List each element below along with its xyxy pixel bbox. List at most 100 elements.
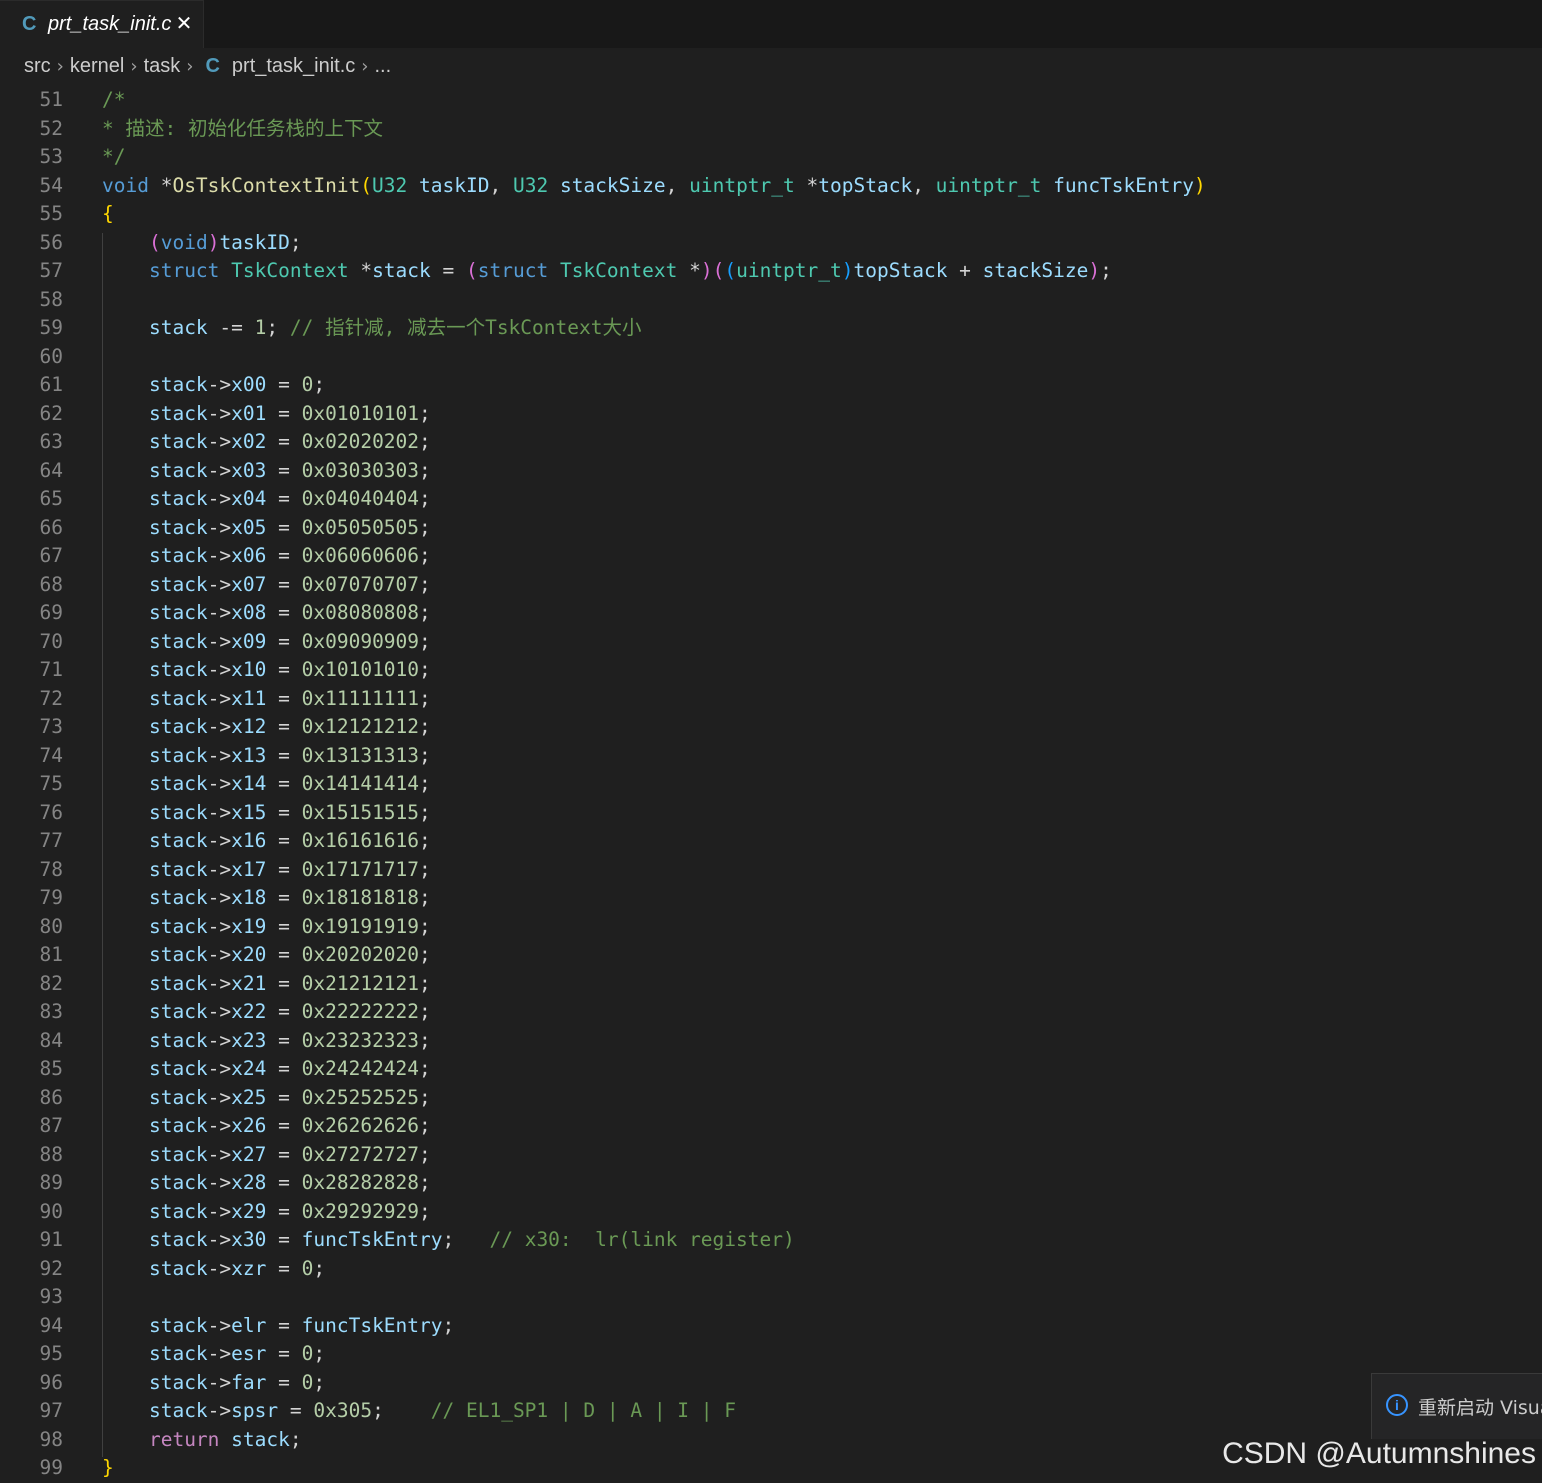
line-code: stack->x12 = 0x12121212; — [102, 713, 431, 742]
code-line[interactable]: 53 */ — [0, 143, 1542, 172]
code-token: x25 — [231, 1085, 267, 1109]
code-line[interactable]: 74 stack->x13 = 0x13131313; — [0, 742, 1542, 771]
code-token: + — [947, 259, 983, 282]
code-token: x00 — [231, 373, 267, 396]
code-line[interactable]: 92 stack->xzr = 0; — [0, 1255, 1542, 1284]
code-line[interactable]: 70 stack->x09 = 0x09090909; — [0, 628, 1542, 657]
tab-label: prt_task_init.c — [48, 13, 172, 35]
line-code: { — [102, 200, 114, 229]
code-token: far — [231, 1370, 267, 1394]
code-token: = — [266, 1028, 302, 1052]
breadcrumb-item-task[interactable]: task — [144, 55, 181, 78]
tab-prt-task-init-c[interactable]: C prt_task_init.c ✕ — [0, 0, 204, 48]
code-line[interactable]: 87 stack->x26 = 0x26262626; — [0, 1112, 1542, 1141]
code-line[interactable]: 71 stack->x10 = 0x10101010; — [0, 656, 1542, 685]
code-line[interactable]: 80 stack->x19 = 0x19191919; — [0, 913, 1542, 942]
code-line[interactable]: 91 stack->x30 = funcTskEntry; // x30: lr… — [0, 1226, 1542, 1255]
code-token: -> — [207, 1399, 232, 1422]
code-line[interactable]: 67 stack->x06 = 0x06060606; — [0, 542, 1542, 571]
line-number: 85 — [39, 1057, 63, 1080]
code-line[interactable]: 97 stack->spsr = 0x305; // EL1_SP1 | D |… — [0, 1397, 1542, 1426]
code-token: funcTskEntry — [1053, 173, 1194, 197]
code-line[interactable]: 59 stack -= 1; // 指针减, 减去一个TskContext大小 — [0, 314, 1542, 343]
code-token: 0 — [301, 1256, 314, 1280]
code-line[interactable]: 77 stack->x16 = 0x16161616; — [0, 827, 1542, 856]
code-line[interactable]: 78 stack->x17 = 0x17171717; — [0, 856, 1542, 885]
code-token: = — [266, 487, 302, 510]
line-number: 57 — [39, 259, 63, 282]
code-line[interactable]: 52 * 描述: 初始化任务栈的上下文 — [0, 115, 1542, 144]
breadcrumb-item-file[interactable]: prt_task_init.c — [232, 55, 355, 78]
breadcrumb-item-src[interactable]: src — [24, 55, 51, 78]
line-number: 77 — [39, 829, 63, 852]
code-line[interactable]: 85 stack->x24 = 0x24242424; — [0, 1055, 1542, 1084]
code-line[interactable]: 61 stack->x00 = 0; — [0, 371, 1542, 400]
code-token: ; — [419, 515, 431, 539]
code-token: -= — [207, 316, 255, 339]
code-token: stack — [148, 1142, 208, 1166]
code-line[interactable]: 75 stack->x14 = 0x14141414; — [0, 770, 1542, 799]
code-token: 0x29292929 — [301, 1199, 420, 1223]
code-line[interactable]: 79 stack->x18 = 0x18181818; — [0, 884, 1542, 913]
code-line[interactable]: 84 stack->x23 = 0x23232323; — [0, 1027, 1542, 1056]
breadcrumb-item-symbols[interactable]: ... — [375, 55, 392, 78]
code-line[interactable]: 82 stack->x21 = 0x21212121; — [0, 970, 1542, 999]
code-line[interactable]: 54 void *OsTskContextInit(U32 taskID, U32… — [0, 172, 1542, 201]
code-line[interactable]: 96 stack->far = 0; — [0, 1369, 1542, 1398]
code-token: 0 — [301, 373, 314, 396]
code-line[interactable]: 76 stack->x15 = 0x15151515; — [0, 799, 1542, 828]
line-code: stack->spsr = 0x305; // EL1_SP1 | D | A … — [102, 1397, 736, 1426]
code-line[interactable]: 90 stack->x29 = 0x29292929; — [0, 1198, 1542, 1227]
code-token: ; — [1100, 259, 1112, 282]
code-line[interactable]: 83 stack->x22 = 0x22222222; — [0, 998, 1542, 1027]
line-number: 78 — [39, 857, 63, 881]
code-line[interactable]: 89 stack->x28 = 0x28282828; — [0, 1169, 1542, 1198]
code-line[interactable]: 73 stack->x12 = 0x12121212; — [0, 713, 1542, 742]
code-line[interactable]: 93 — [0, 1283, 1542, 1312]
code-editor[interactable]: 51/* 52 * 描述: 初始化任务栈的上下文 53 */54 void *OsTskC… — [0, 85, 1542, 1482]
line-number: 97 — [39, 1399, 63, 1422]
code-token: uintptr_t — [689, 173, 795, 197]
code-line[interactable]: 86 stack->x25 = 0x25252525; — [0, 1084, 1542, 1113]
close-icon[interactable]: ✕ — [172, 11, 196, 35]
code-token: // x30: lr(link register) — [489, 1228, 795, 1251]
code-line[interactable]: 64 stack->x03 = 0x03030303; — [0, 457, 1542, 486]
code-line[interactable]: 60 — [0, 343, 1542, 372]
code-token: -> — [207, 458, 232, 482]
code-token: stack — [148, 1370, 208, 1394]
code-line[interactable]: 94 stack->elr = funcTskEntry; — [0, 1312, 1542, 1341]
notification-toast[interactable]: i 重新启动 Visua — [1371, 1373, 1542, 1439]
code-line[interactable]: 66 stack->x05 = 0x05050505; — [0, 514, 1542, 543]
code-line[interactable]: 62 stack->x01 = 0x01010101; — [0, 400, 1542, 429]
code-token: ; — [419, 458, 431, 482]
code-token: ; — [419, 601, 431, 624]
code-token: x19 — [231, 914, 267, 938]
code-line[interactable]: 69 stack->x08 = 0x08080808; — [0, 599, 1542, 628]
code-line[interactable]: 88 stack->x27 = 0x27272727; — [0, 1141, 1542, 1170]
code-line[interactable]: 58 — [0, 286, 1542, 315]
code-line[interactable]: 56 (void)taskID; — [0, 229, 1542, 258]
line-code: stack->x02 = 0x02020202; — [102, 428, 431, 457]
code-token: ; — [419, 857, 431, 881]
breadcrumb: src › kernel › task › C prt_task_init.c … — [0, 48, 1542, 84]
code-line[interactable]: 95 stack->esr = 0; — [0, 1340, 1542, 1369]
code-line[interactable]: 63 stack->x02 = 0x02020202; — [0, 428, 1542, 457]
code-line[interactable]: 65 stack->x04 = 0x04040404; — [0, 485, 1542, 514]
code-line[interactable]: 51 /* — [0, 86, 1542, 115]
code-line[interactable]: 81 stack->x20 = 0x20202020; — [0, 941, 1542, 970]
breadcrumb-item-kernel[interactable]: kernel — [70, 55, 124, 78]
chevron-right-icon: › — [130, 55, 138, 77]
code-line[interactable]: 68 stack->x07 = 0x07070707; — [0, 571, 1542, 600]
code-line[interactable]: 57 struct TskContext *stack = (struct Ts… — [0, 257, 1542, 286]
code-token: = — [266, 430, 302, 453]
code-line[interactable]: 72 stack->x11 = 0x11111111; — [0, 685, 1542, 714]
code-line[interactable]: 55 { — [0, 200, 1542, 229]
